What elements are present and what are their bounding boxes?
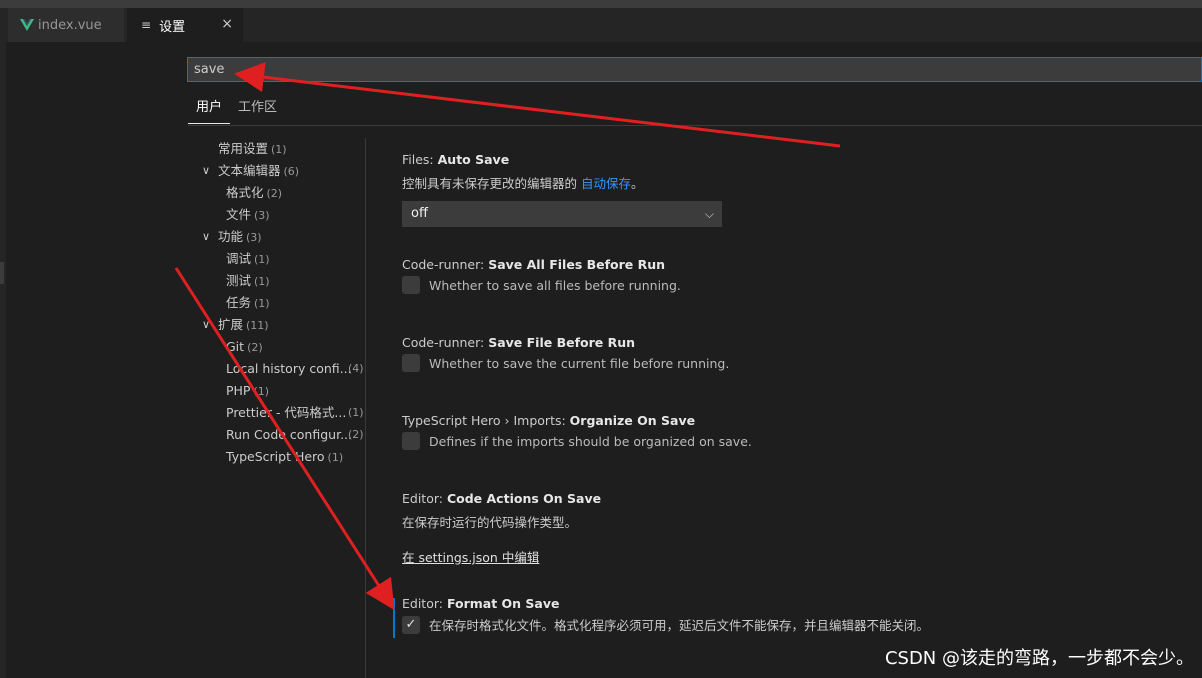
strip-marker xyxy=(0,262,4,284)
setting-checkbox-row: Whether to save all files before running… xyxy=(402,276,1182,294)
setting-format-on-save: Editor: Format On Save ✓ 在保存时格式化文件。格式化程序… xyxy=(402,596,1182,634)
scope-divider xyxy=(188,125,1202,126)
toc-item[interactable]: 常用设置 (1) xyxy=(218,138,287,160)
toc-item[interactable]: 格式化 (2) xyxy=(226,182,282,204)
edit-in-settings-json-link[interactable]: 在 settings.json 中编辑 xyxy=(402,547,1182,566)
chevron-down-icon: ⌵ xyxy=(704,207,714,221)
toc-item[interactable]: ∨ 文本编辑器 (6) xyxy=(202,160,299,182)
setting-title: Editor: Format On Save xyxy=(402,596,560,611)
toc-item[interactable]: 任务 (1) xyxy=(226,292,270,314)
toc-item[interactable]: PHP (1) xyxy=(226,380,269,402)
toc-item[interactable]: Prettier - 代码格式... (1) xyxy=(226,402,366,424)
setting-description: 在保存时运行的代码操作类型。 xyxy=(402,515,578,530)
activity-strip xyxy=(0,42,6,678)
tab-label: 设置 xyxy=(159,19,186,35)
setting-auto-save: Files: Auto Save 控制具有未保存更改的编辑器的 自动保存。 of… xyxy=(402,152,1182,227)
organize-checkbox[interactable] xyxy=(402,432,420,450)
setting-title: Editor: Code Actions On Save xyxy=(402,491,602,506)
toc-item[interactable]: Local history confi... (4) xyxy=(226,358,366,380)
setting-checkbox-row: Whether to save the current file before … xyxy=(402,354,1182,372)
save-all-checkbox[interactable] xyxy=(402,276,420,294)
setting-title: TypeScript Hero › Imports: Organize On S… xyxy=(402,413,696,428)
toc-item[interactable]: 文件 (3) xyxy=(226,204,270,226)
tab-workspace[interactable]: 工作区 xyxy=(238,94,277,124)
setting-checkbox-row: ✓ 在保存时格式化文件。格式化程序必须可用，延迟后文件不能保存，并且编辑器不能关… xyxy=(402,615,1182,634)
chevron-down-icon: ∨ xyxy=(202,318,211,331)
arrow-to-search xyxy=(234,62,841,148)
auto-save-select[interactable]: off ⌵ xyxy=(402,201,722,227)
setting-title: Files: Auto Save xyxy=(402,152,510,167)
toc-item[interactable]: ∨ 扩展 (11) xyxy=(202,314,269,336)
toc-item[interactable]: 调试 (1) xyxy=(226,248,270,270)
save-file-checkbox[interactable] xyxy=(402,354,420,372)
setting-code-actions: Editor: Code Actions On Save 在保存时运行的代码操作… xyxy=(402,491,1182,566)
setting-title: Code-runner: Save File Before Run xyxy=(402,335,636,350)
setting-description: 控制具有未保存更改的编辑器的 自动保存。 xyxy=(402,176,644,191)
close-icon[interactable]: × xyxy=(221,16,233,32)
title-bar xyxy=(0,0,1202,8)
checkmark-icon: ✓ xyxy=(405,617,417,632)
vue-icon xyxy=(20,19,34,31)
toc-item[interactable]: ∨ 功能 (3) xyxy=(202,226,262,248)
setting-save-file: Code-runner: Save File Before Run Whethe… xyxy=(402,335,1182,372)
auto-save-link[interactable]: 自动保存 xyxy=(581,176,631,191)
toc-item[interactable]: Run Code configur... (2) xyxy=(226,424,366,446)
tab-settings[interactable]: ≡ 设置 × xyxy=(127,8,243,42)
chevron-down-icon: ∨ xyxy=(202,164,211,177)
toc-item[interactable]: Git (2) xyxy=(226,336,263,358)
editor-tab-bar: index.vue ≡ 设置 × xyxy=(0,8,1202,42)
format-on-save-checkbox[interactable]: ✓ xyxy=(402,615,420,634)
setting-title: Code-runner: Save All Files Before Run xyxy=(402,257,666,272)
toc-divider xyxy=(365,138,366,678)
focus-indicator xyxy=(393,598,395,638)
tab-user[interactable]: 用户 xyxy=(188,94,230,124)
settings-list-icon: ≡ xyxy=(141,18,152,32)
setting-organize-on-save: TypeScript Hero › Imports: Organize On S… xyxy=(402,413,1182,450)
toc-item[interactable]: 测试 (1) xyxy=(226,270,270,292)
toc-item[interactable]: TypeScript Hero (1) xyxy=(226,446,343,468)
settings-search-input[interactable] xyxy=(187,57,1202,82)
watermark: CSDN @该走的弯路，一步都不会少。 xyxy=(884,648,1194,669)
setting-save-all-files: Code-runner: Save All Files Before Run W… xyxy=(402,257,1182,294)
tab-label: index.vue xyxy=(38,17,102,33)
setting-checkbox-row: Defines if the imports should be organiz… xyxy=(402,432,1182,450)
tab-index-vue[interactable]: index.vue xyxy=(8,8,124,42)
chevron-down-icon: ∨ xyxy=(202,230,211,243)
